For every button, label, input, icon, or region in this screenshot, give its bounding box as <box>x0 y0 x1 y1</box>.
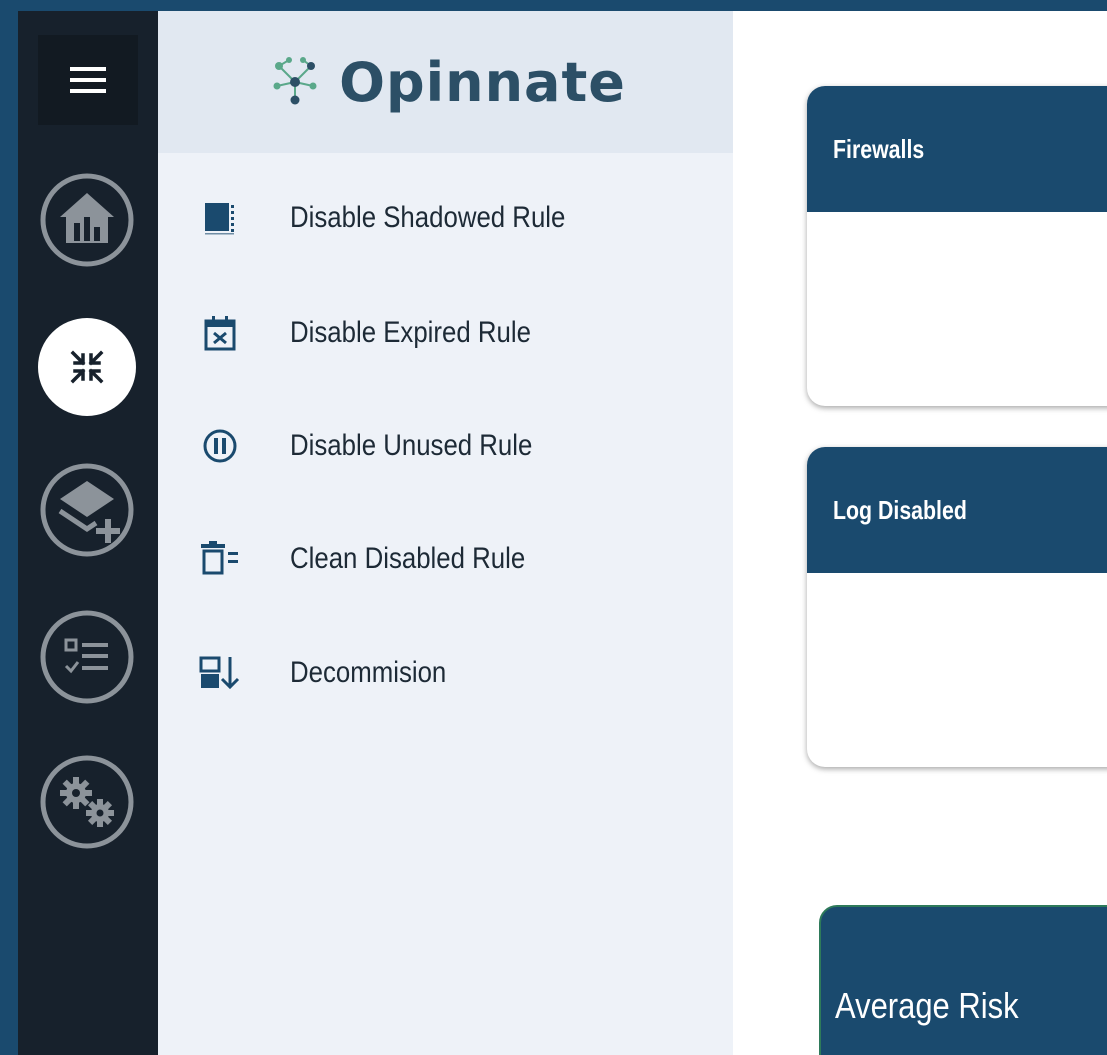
logo[interactable]: Opinnate <box>158 11 733 153</box>
menu-item-label: Disable Unused Rule <box>290 429 533 462</box>
shadowed-rule-icon <box>198 196 242 240</box>
nav-settings-button[interactable] <box>38 753 136 851</box>
average-risk-card[interactable]: Average Risk <box>819 905 1107 1055</box>
brand-name: Opinnate <box>339 50 626 114</box>
card-header: Log Disabled <box>807 447 1107 573</box>
menu-item-disable-unused-rule[interactable]: Disable Unused Rule <box>198 416 572 476</box>
icon-sidebar <box>18 11 158 1055</box>
nav-home-button[interactable] <box>38 171 136 269</box>
app-frame: Opinnate Disable Shadowed Rule Disable E… <box>18 11 1107 1055</box>
hamburger-menu-icon <box>70 67 106 93</box>
pause-circle-icon <box>198 424 242 468</box>
firewalls-card[interactable]: Firewalls <box>807 86 1107 406</box>
log-disabled-card[interactable]: Log Disabled <box>807 447 1107 767</box>
menu-panel: Opinnate Disable Shadowed Rule Disable E… <box>158 11 733 1055</box>
nav-optimize-button[interactable] <box>38 318 136 416</box>
calendar-x-icon <box>198 311 242 355</box>
nav-layers-add-button[interactable] <box>38 461 136 559</box>
settings-gears-icon <box>40 755 134 849</box>
hamburger-menu-button[interactable] <box>38 35 138 125</box>
decommission-icon <box>198 651 242 695</box>
home-icon <box>40 173 134 267</box>
menu-item-label: Disable Shadowed Rule <box>290 201 566 234</box>
menu-item-clean-disabled-rule[interactable]: Clean Disabled Rule <box>198 529 564 589</box>
layers-add-icon <box>40 463 134 557</box>
card-title: Log Disabled <box>833 494 967 525</box>
menu-item-label: Disable Expired Rule <box>290 316 531 349</box>
menu-item-disable-expired-rule[interactable]: Disable Expired Rule <box>198 303 570 363</box>
collapse-arrows-icon <box>70 350 104 384</box>
nav-checklist-button[interactable] <box>38 608 136 706</box>
menu-item-disable-shadowed-rule[interactable]: Disable Shadowed Rule <box>198 188 610 248</box>
menu-item-label: Decommision <box>290 656 447 689</box>
checklist-icon <box>40 610 134 704</box>
menu-item-decommision[interactable]: Decommision <box>198 643 472 703</box>
main-content: Firewalls Log Disabled Average Risk <box>733 11 1107 1055</box>
card-header: Firewalls <box>807 86 1107 212</box>
opinnate-logo-icon <box>273 57 317 105</box>
card-title: Firewalls <box>833 133 925 164</box>
risk-card-title: Average Risk <box>835 985 1019 1026</box>
trash-list-icon <box>198 537 242 581</box>
menu-item-label: Clean Disabled Rule <box>290 542 526 575</box>
